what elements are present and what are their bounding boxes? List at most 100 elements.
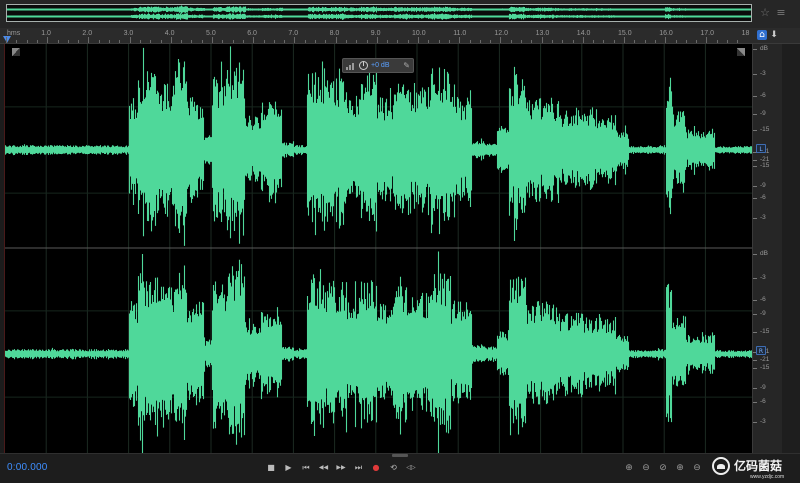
ruler-tick: [634, 40, 636, 43]
db-label: -6: [760, 296, 766, 303]
db-label: -15: [760, 126, 770, 133]
ruler-tick: [706, 37, 708, 43]
channel-toggle-icon[interactable]: [12, 48, 20, 56]
db-label: -3: [760, 274, 766, 281]
waveform-editor[interactable]: [5, 44, 752, 453]
panel-menu-icon[interactable]: ≡: [775, 7, 787, 19]
ruler-tick-label: 1.0: [41, 30, 51, 37]
zoom-in-amplitude-icon[interactable]: ⊕: [623, 462, 635, 474]
db-tick: [753, 368, 757, 369]
ruler-tick: [407, 40, 409, 43]
current-time-display[interactable]: 0:00.000: [7, 462, 48, 473]
playhead-marker[interactable]: [3, 36, 11, 43]
waveform-right-channel: [7, 13, 751, 20]
ruler-tick: [716, 40, 718, 43]
db-tick: [753, 254, 757, 255]
db-tick: [753, 49, 757, 50]
resize-grip[interactable]: [392, 454, 408, 457]
move-to-next-button[interactable]: ⏭: [353, 462, 365, 474]
channel-left-badge[interactable]: L: [756, 144, 766, 153]
volume-knob[interactable]: [359, 61, 368, 70]
transport-bar: 0:00.000 ■ ▶ ⏮ ◀◀ ▶▶ ⏭ ● ⟲ ◁▷ ⊕ ⊖ ⊘ ⊕ ⊖: [0, 453, 800, 483]
zoom-out-time-icon[interactable]: ⊖: [691, 462, 703, 474]
ruler-tick: [273, 40, 275, 43]
zoom-out-full-icon[interactable]: ⊘: [657, 462, 669, 474]
db-label: -6: [760, 398, 766, 405]
ruler-tick: [448, 40, 450, 43]
overview-navigator[interactable]: [6, 4, 752, 22]
ruler-tick-label: 8.0: [329, 30, 340, 37]
db-label: -9: [760, 384, 766, 391]
ruler-tick-label: 5.0: [206, 30, 216, 37]
zoom-out-amplitude-icon[interactable]: ⊖: [640, 462, 652, 474]
db-label: -6: [760, 194, 766, 201]
db-tick: [753, 74, 757, 75]
ruler-tick: [376, 37, 378, 43]
ruler-tick: [222, 40, 224, 43]
watermark-logo-icon: [712, 457, 730, 475]
channel-toggle-icon[interactable]: [737, 48, 745, 56]
record-button[interactable]: ●: [370, 462, 382, 474]
ruler-tick: [490, 40, 492, 43]
ruler-tick: [624, 37, 625, 43]
ruler-tick: [170, 37, 172, 43]
ruler-tick: [16, 40, 18, 43]
ruler-tick: [109, 40, 110, 43]
db-label: -9: [760, 182, 766, 189]
zoom-in-time-icon[interactable]: ⊕: [674, 462, 686, 474]
channel-right-badge[interactable]: R: [756, 346, 766, 355]
db-tick: [753, 130, 757, 131]
db-label: -6: [760, 92, 766, 99]
ruler-tick: [541, 37, 543, 43]
ruler-tick: [665, 37, 667, 43]
ruler-tick-label: 13.0: [535, 30, 550, 37]
level-bars-icon: [346, 62, 356, 70]
ruler-tick: [418, 37, 419, 43]
fast-forward-button[interactable]: ▶▶: [335, 462, 347, 474]
gain-value[interactable]: +0 dB: [371, 62, 390, 69]
ruler-tick-label: 2.0: [82, 30, 93, 37]
ruler-tick: [675, 40, 677, 43]
ruler-tick: [593, 40, 595, 43]
pin-icon[interactable]: ⬇: [769, 30, 779, 40]
home-icon[interactable]: ⌂: [757, 30, 767, 40]
db-label: -21: [760, 356, 770, 363]
ruler-tick: [428, 40, 430, 43]
ruler-tick-label: 3.0: [123, 30, 134, 37]
ruler-tick: [294, 37, 296, 43]
skip-selection-button[interactable]: ◁▷: [405, 462, 417, 474]
rewind-button[interactable]: ◀◀: [318, 462, 330, 474]
vertical-scrollbar[interactable]: [782, 44, 800, 453]
pin-icon[interactable]: ✎: [403, 61, 410, 70]
db-label: -15: [760, 364, 770, 371]
db-tick: [753, 314, 757, 315]
ruler-tick: [129, 37, 131, 43]
db-tick: [753, 332, 757, 333]
waveform-canvas[interactable]: [5, 44, 752, 453]
db-label: -3: [760, 214, 766, 221]
ruler-tick: [387, 40, 389, 43]
ruler-tick-label: 9.0: [370, 30, 381, 37]
amplitude-ruler[interactable]: dB-3-6-9-15-21-21-15-9-6-3dB-3-6-9-15-21…: [752, 44, 782, 453]
db-label: -9: [760, 310, 766, 317]
ruler-tick: [562, 40, 564, 43]
move-to-previous-button[interactable]: ⏮: [300, 462, 312, 474]
star-icon[interactable]: ☆: [759, 7, 771, 19]
db-label: -3: [760, 70, 766, 77]
time-ruler[interactable]: hms 1.0 2.0 3.0 4.0 5.0 6.0 7.0 8.0 9.0 10.0 11.0 1…: [0, 28, 800, 44]
ruler-tick-label: 10.0: [412, 30, 426, 37]
stop-button[interactable]: ■: [265, 462, 277, 474]
ruler-tick: [521, 40, 522, 43]
ruler-tick: [284, 40, 286, 43]
ruler-tick: [479, 40, 481, 43]
ruler-tick: [696, 40, 698, 43]
db-label: -15: [760, 328, 770, 335]
ruler-tick-label: 11.0: [453, 30, 467, 37]
db-tick: [753, 218, 757, 219]
play-button[interactable]: ▶: [283, 462, 295, 474]
ruler-tick: [232, 40, 234, 43]
volume-hud[interactable]: +0 dB ✎: [342, 58, 414, 73]
ruler-tick-label: 15.0: [618, 30, 632, 37]
ruler-tick: [654, 40, 656, 43]
loop-playback-button[interactable]: ⟲: [388, 462, 400, 474]
